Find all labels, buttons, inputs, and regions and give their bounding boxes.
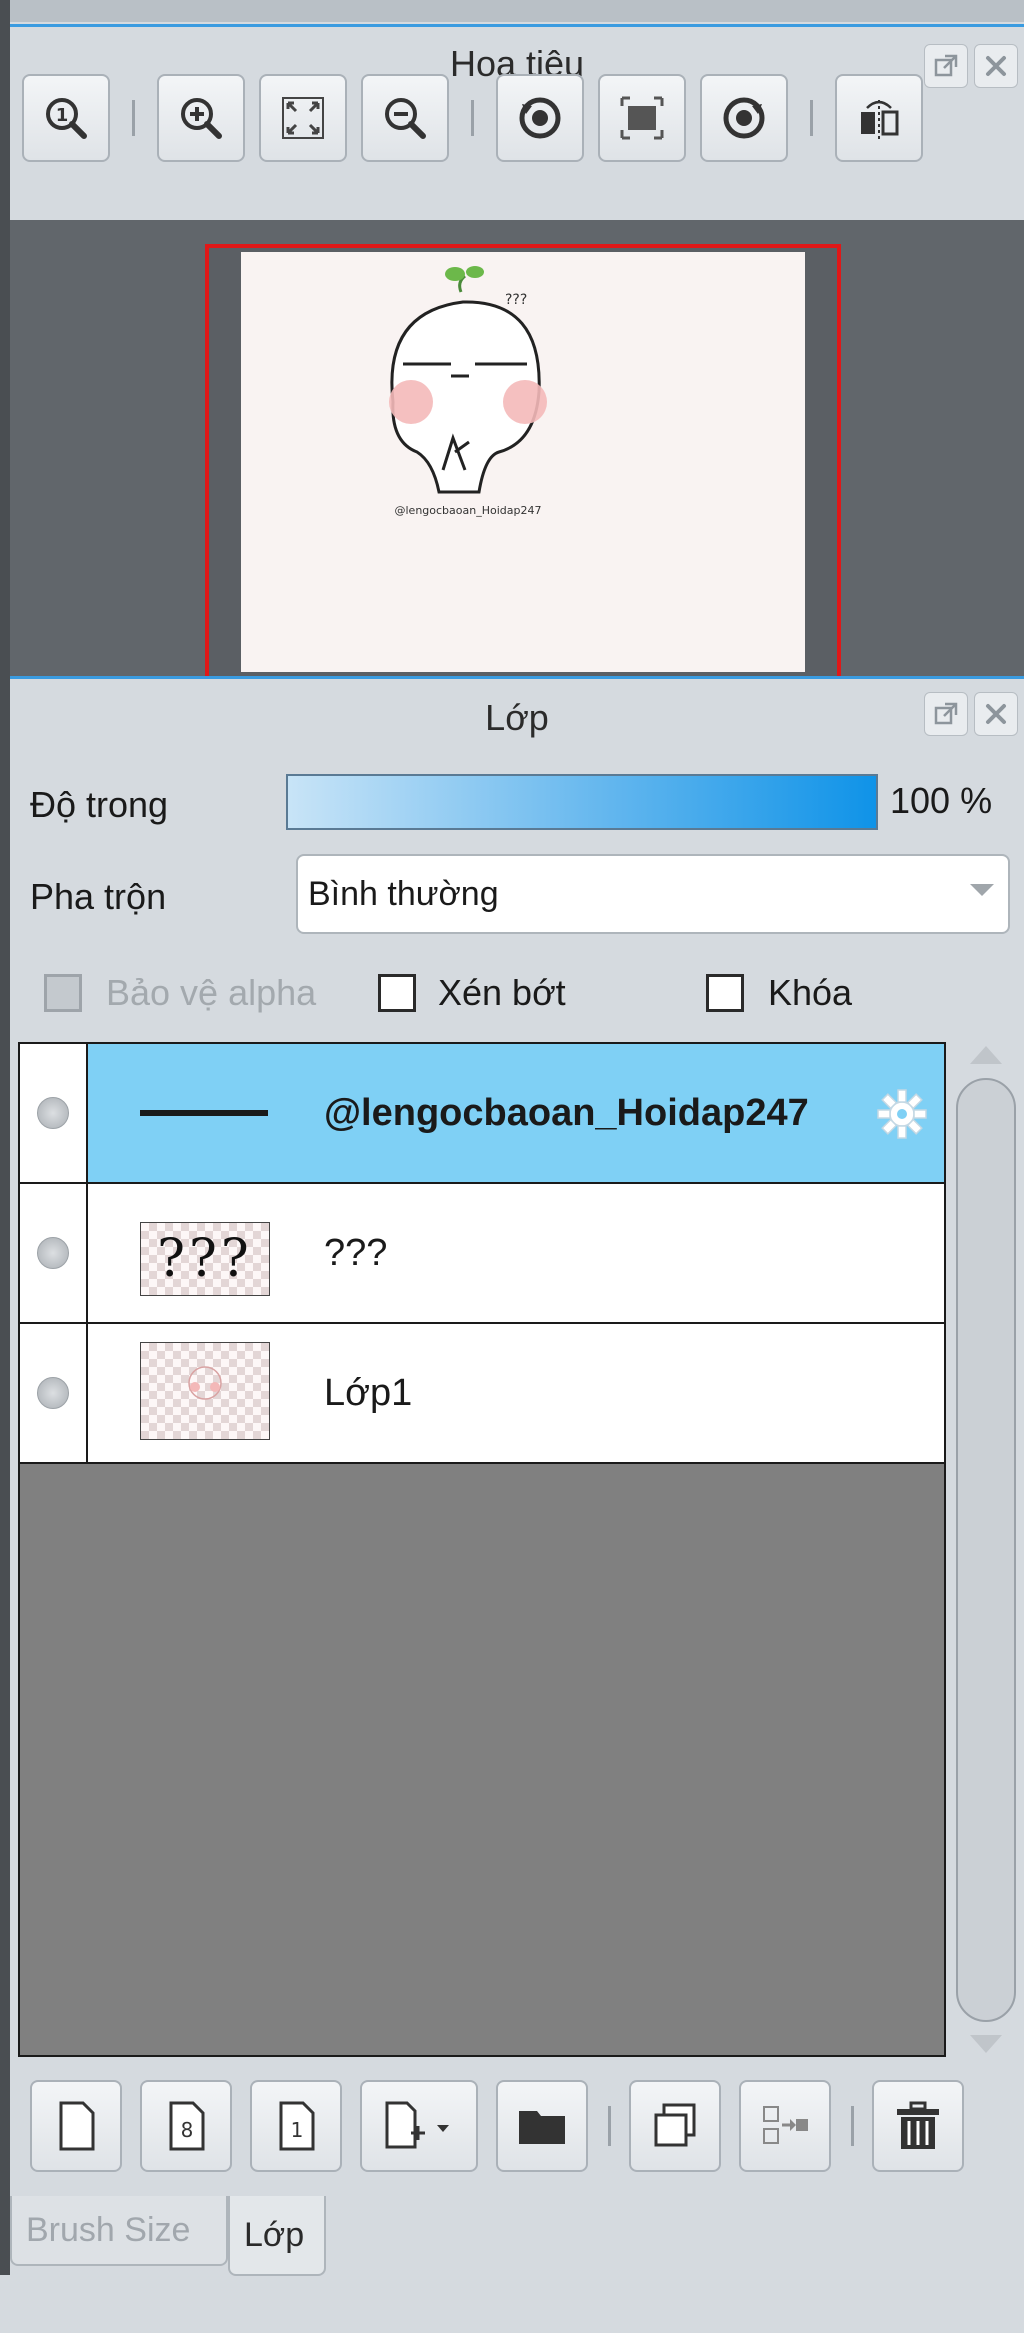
canvas-preview: ??? @lengocbaoan_Hoidap247 — [241, 252, 805, 672]
chevron-down-icon — [970, 884, 994, 896]
left-edge-bar — [0, 0, 10, 2275]
panel-accent-line — [10, 24, 1024, 27]
navigator-view-frame[interactable]: ??? @lengocbaoan_Hoidap247 — [205, 244, 841, 680]
scroll-up-icon[interactable] — [970, 1046, 1002, 1064]
navigator-panel: Hoa tiêu 1 ??? @lengocbaoan_Hoidap247 — [10, 24, 1024, 684]
float-window-button[interactable] — [924, 692, 968, 736]
duplicate-layer-icon — [654, 2103, 696, 2147]
close-button[interactable] — [974, 692, 1018, 736]
layer-visibility-toggle[interactable] — [20, 1184, 88, 1322]
layer-thumbnail-drawing — [188, 1366, 222, 1400]
new-1bit-layer-button[interactable]: 1 — [250, 2080, 342, 2172]
scroll-thumb[interactable] — [956, 1078, 1016, 2022]
zoom-out-button[interactable] — [361, 74, 449, 162]
svg-text:1: 1 — [56, 105, 69, 126]
new-layer-icon — [59, 2101, 95, 2151]
lock-label: Khóa — [768, 972, 853, 1013]
visibility-icon — [37, 1097, 69, 1129]
layer-panel: Lớp Độ trong 100 % Pha trộn Bình thường … — [10, 676, 1024, 2276]
rotate-right-button[interactable] — [700, 74, 788, 162]
blend-mode-select[interactable]: Bình thường — [296, 854, 1010, 934]
blend-mode-value: Bình thường — [308, 874, 499, 913]
toolbar-separator — [608, 2106, 611, 2146]
visibility-icon — [37, 1237, 69, 1269]
top-strip — [10, 0, 1024, 22]
zoom-in-button[interactable] — [157, 74, 245, 162]
zoom-actual-size-icon: 1 — [46, 98, 87, 139]
toolbar-separator — [132, 100, 135, 136]
add-layer-menu-icon — [385, 2101, 449, 2149]
preview-question-text: ??? — [505, 292, 527, 308]
tab-brush-size[interactable]: Brush Size — [10, 2196, 228, 2266]
reset-view-button[interactable] — [598, 74, 686, 162]
layer-scrollbar[interactable] — [952, 1042, 1018, 2057]
layer-thumbnail: ??? — [140, 1222, 270, 1296]
merge-down-button[interactable] — [739, 2080, 831, 2172]
svg-text:1: 1 — [291, 2118, 304, 2142]
opacity-value: 100 % — [890, 780, 993, 821]
new-1bit-layer-icon: 1 — [279, 2101, 315, 2151]
toolbar-separator — [851, 2106, 854, 2146]
layer-name: Lớp1 — [324, 1371, 413, 1414]
layer-list: @lengocbaoan_Hoidap247 ??? ??? Lớp1 — [18, 1042, 946, 2057]
zoom-in-icon — [181, 98, 222, 139]
close-icon — [986, 704, 1006, 724]
new-folder-button[interactable] — [496, 2080, 588, 2172]
layer-row[interactable]: @lengocbaoan_Hoidap247 — [20, 1044, 944, 1184]
rotate-right-icon — [723, 97, 765, 139]
layer-thumbnail — [140, 1110, 268, 1116]
rotate-left-icon — [519, 97, 561, 139]
opacity-slider[interactable] — [286, 774, 878, 830]
clip-checkbox[interactable] — [378, 974, 416, 1012]
layer-visibility-toggle[interactable] — [20, 1324, 88, 1462]
navigator-toolbar: 1 — [22, 62, 1024, 174]
new-layer-button[interactable] — [30, 2080, 122, 2172]
scroll-down-icon[interactable] — [970, 2035, 1002, 2053]
zoom-actual-size-button[interactable]: 1 — [22, 74, 110, 162]
flip-horizontal-icon — [861, 100, 899, 140]
fit-to-window-icon — [282, 97, 324, 139]
toolbar-separator — [810, 100, 813, 136]
reset-view-icon — [620, 96, 664, 140]
opacity-label: Độ trong — [30, 784, 169, 825]
clip-label: Xén bớt — [438, 972, 566, 1013]
layer-row[interactable]: Lớp1 — [20, 1324, 944, 1464]
layer-thumbnail — [140, 1342, 270, 1440]
layer-title-buttons — [924, 692, 1018, 736]
duplicate-layer-button[interactable] — [629, 2080, 721, 2172]
layer-row[interactable]: ??? ??? — [20, 1184, 944, 1324]
protect-alpha-checkbox[interactable] — [44, 974, 82, 1012]
svg-text:8: 8 — [181, 2118, 194, 2142]
layer-visibility-toggle[interactable] — [20, 1044, 88, 1182]
new-folder-icon — [519, 2111, 565, 2144]
blend-mode-label: Pha trộn — [30, 876, 167, 917]
add-layer-menu-button[interactable] — [360, 2080, 478, 2172]
text-layer-gear-icon[interactable] — [874, 1086, 930, 1142]
canvas-drawing: ??? @lengocbaoan_Hoidap247 — [389, 266, 547, 517]
layer-name: ??? — [324, 1231, 388, 1274]
tab-layers[interactable]: Lớp — [228, 2196, 326, 2276]
preview-caption: @lengocbaoan_Hoidap247 — [395, 504, 542, 517]
panel-accent-line — [10, 676, 1024, 679]
delete-layer-icon — [897, 2101, 939, 2149]
delete-layer-button[interactable] — [872, 2080, 964, 2172]
flip-horizontal-button[interactable] — [835, 74, 923, 162]
rotate-left-button[interactable] — [496, 74, 584, 162]
float-window-icon — [934, 702, 958, 725]
fit-to-window-button[interactable] — [259, 74, 347, 162]
layer-bottom-toolbar: 8 1 — [10, 2072, 1024, 2180]
new-8bit-layer-button[interactable]: 8 — [140, 2080, 232, 2172]
toolbar-separator — [471, 100, 474, 136]
layer-titlebar: Lớp — [10, 686, 1024, 750]
merge-down-icon — [763, 2106, 808, 2144]
layer-name: @lengocbaoan_Hoidap247 — [324, 1091, 809, 1134]
new-8bit-layer-icon: 8 — [169, 2101, 205, 2151]
zoom-out-icon — [385, 98, 426, 139]
visibility-icon — [37, 1377, 69, 1409]
lock-checkbox[interactable] — [706, 974, 744, 1012]
layer-panel-title: Lớp — [485, 697, 549, 738]
protect-alpha-label: Bảo vệ alpha — [106, 972, 317, 1013]
navigator-preview-area[interactable]: ??? @lengocbaoan_Hoidap247 — [10, 220, 1024, 684]
